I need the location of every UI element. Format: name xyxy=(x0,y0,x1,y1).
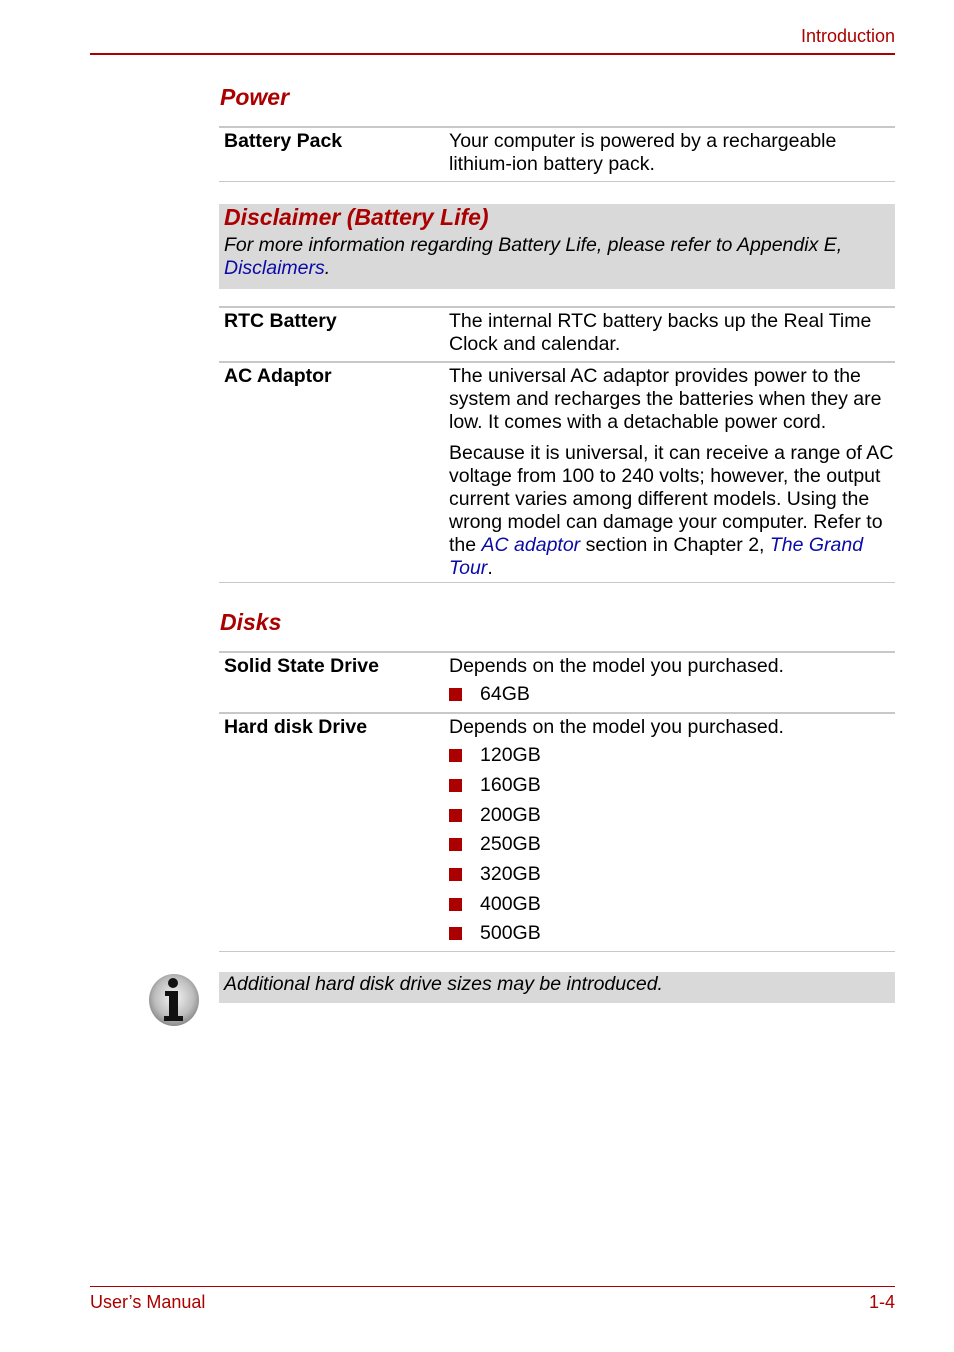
info-note-box: Additional hard disk drive sizes may be … xyxy=(219,972,895,1003)
footer-page-number: 1-4 xyxy=(868,1292,895,1312)
disclaimer-title: Disclaimer (Battery Life) xyxy=(224,204,489,230)
hdd-option: 200GB xyxy=(480,803,541,826)
table-row-ac-adaptor: AC Adaptor The universal AC adaptor prov… xyxy=(219,361,895,583)
hdd-option: 160GB xyxy=(480,774,541,797)
bullet-square-icon xyxy=(449,808,462,822)
table-row-hdd: Hard disk Drive Depends on the model you… xyxy=(219,712,895,952)
table-row-ssd: Solid State Drive Depends on the model y… xyxy=(219,651,895,713)
table-row-rtc-battery: RTC Battery The internal RTC battery bac… xyxy=(219,306,895,362)
table-row-battery-pack: Battery Pack Your computer is powered by… xyxy=(219,126,895,182)
hdd-option: 120GB xyxy=(480,744,541,767)
desc-rtc-battery: The internal RTC battery backs up the Re… xyxy=(449,310,872,355)
list-item: 400GB xyxy=(449,889,894,919)
list-item: 200GB xyxy=(449,800,894,830)
disclaimers-link[interactable]: Disclaimers xyxy=(224,257,325,279)
list-item: 64GB xyxy=(449,680,894,710)
hdd-option: 400GB xyxy=(480,892,541,915)
footer-manual-title: User’s Manual xyxy=(90,1292,206,1312)
bullet-square-icon xyxy=(449,749,462,763)
ac-adaptor-text-b: section in Chapter 2, xyxy=(580,534,770,556)
bullet-square-icon xyxy=(449,688,462,702)
bullet-square-icon xyxy=(449,897,462,911)
list-item: 120GB xyxy=(449,741,894,771)
hdd-option: 320GB xyxy=(480,863,541,886)
ac-adaptor-paragraph-1: The universal AC adaptor provides power … xyxy=(449,365,882,433)
list-item: 500GB xyxy=(449,919,894,949)
hdd-option: 500GB xyxy=(480,922,541,945)
header-rule xyxy=(90,53,895,55)
term-rtc-battery: RTC Battery xyxy=(224,310,337,332)
ac-adaptor-link[interactable]: AC adaptor xyxy=(482,534,581,556)
list-item: 320GB xyxy=(449,860,894,890)
hdd-desc-text: Depends on the model you purchased. xyxy=(449,716,784,738)
ssd-option: 64GB xyxy=(480,683,530,706)
term-hdd: Hard disk Drive xyxy=(224,716,368,738)
info-icon xyxy=(147,973,201,1027)
list-item: 160GB xyxy=(449,771,894,801)
desc-battery-pack: Your computer is powered by a rechargeab… xyxy=(449,130,837,175)
bullet-square-icon xyxy=(449,838,462,852)
row-divider xyxy=(219,181,895,182)
ssd-desc-text: Depends on the model you purchased. xyxy=(449,655,784,677)
ac-adaptor-text-c: . xyxy=(487,557,493,579)
header-chapter: Introduction xyxy=(800,26,895,46)
bullet-square-icon xyxy=(449,779,462,793)
desc-ac-adaptor: The universal AC adaptor provides power … xyxy=(449,365,894,588)
footer-rule xyxy=(90,1286,895,1287)
hdd-option: 250GB xyxy=(480,833,541,856)
list-item: 250GB xyxy=(449,830,894,860)
disclaimer-tail: . xyxy=(324,257,331,279)
section-title-disks: Disks xyxy=(220,609,282,635)
desc-ssd: Depends on the model you purchased. 64GB xyxy=(449,655,894,710)
disclaimer-body: For more information regarding Battery L… xyxy=(224,234,895,280)
desc-hdd: Depends on the model you purchased. 120G… xyxy=(449,716,894,949)
info-note-text: Additional hard disk drive sizes may be … xyxy=(224,973,663,995)
section-title-power: Power xyxy=(220,84,290,110)
term-ssd: Solid State Drive xyxy=(224,655,379,677)
term-ac-adaptor: AC Adaptor xyxy=(224,365,332,387)
disclaimer-box: Disclaimer (Battery Life) For more infor… xyxy=(219,204,895,289)
term-battery-pack: Battery Pack xyxy=(224,130,343,152)
bullet-square-icon xyxy=(449,868,462,882)
ac-adaptor-paragraph-2: Because it is universal, it can receive … xyxy=(449,442,894,580)
bullet-square-icon xyxy=(449,927,462,941)
disclaimer-text: For more information regarding Battery L… xyxy=(224,234,843,256)
